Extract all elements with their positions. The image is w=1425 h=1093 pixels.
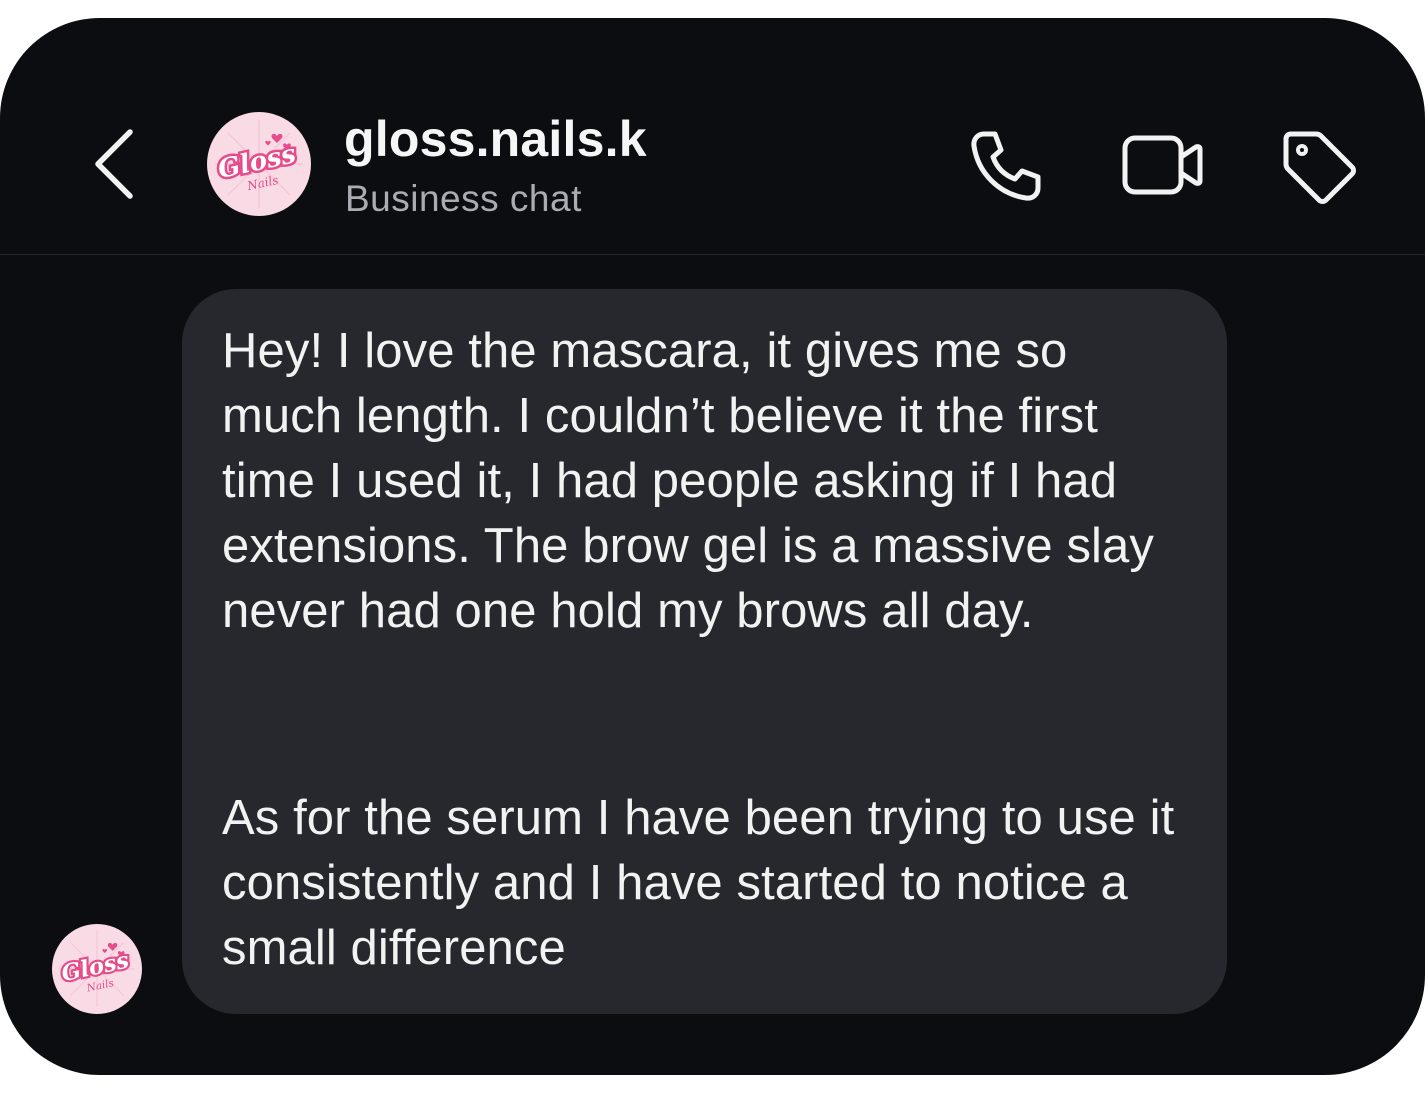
label-button[interactable] bbox=[1278, 126, 1358, 206]
chat-type-label: Business chat bbox=[345, 178, 582, 219]
gloss-nails-logo: Gloss Nails bbox=[207, 112, 311, 216]
call-button[interactable] bbox=[966, 126, 1046, 206]
chevron-left-icon bbox=[95, 129, 133, 199]
tag-icon bbox=[1283, 131, 1356, 204]
video-call-button[interactable] bbox=[1120, 126, 1203, 206]
gloss-nails-logo: Gloss Nails bbox=[52, 924, 142, 1014]
contact-name[interactable]: gloss.nails.k bbox=[344, 110, 647, 168]
sender-avatar[interactable]: Gloss Nails bbox=[52, 924, 142, 1014]
message-text: Hey! I love the mascara, it gives me so … bbox=[222, 324, 1154, 638]
avatar[interactable]: Gloss Nails bbox=[207, 112, 311, 216]
video-camera-icon bbox=[1122, 135, 1203, 195]
message-text: As for the serum I have been trying to u… bbox=[222, 791, 1175, 975]
chat-header: Gloss Nails gloss.nails.k Business chat bbox=[0, 18, 1425, 255]
back-button[interactable] bbox=[86, 126, 146, 202]
chat-window: Gloss Nails gloss.nails.k Business chat bbox=[0, 18, 1425, 1075]
phone-icon bbox=[971, 131, 1041, 201]
message-bubble[interactable]: Hey! I love the mascara, it gives me so … bbox=[182, 289, 1227, 1014]
